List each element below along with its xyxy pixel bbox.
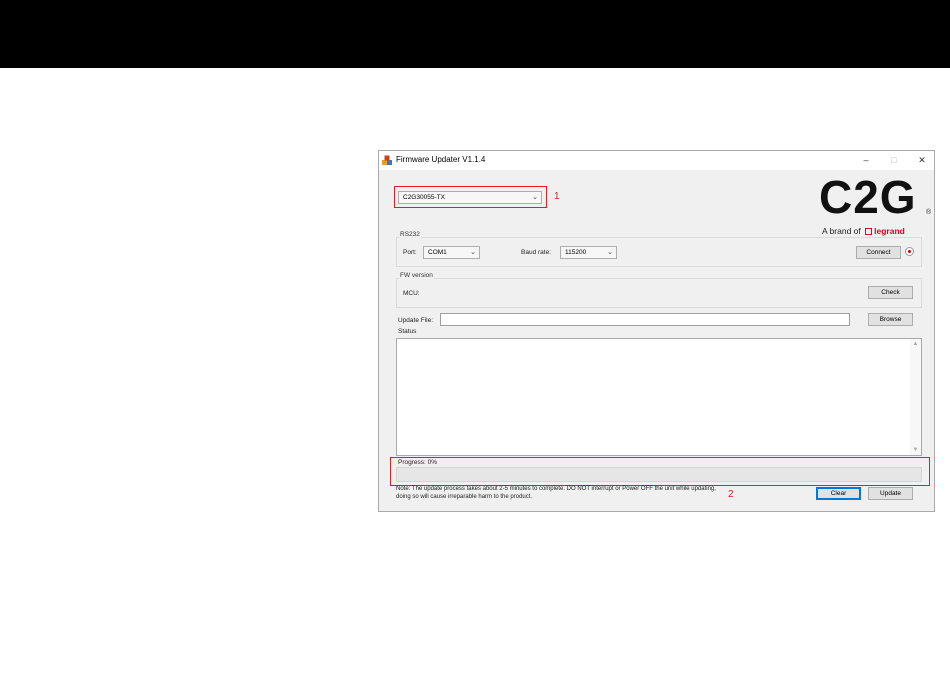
top-black-banner [0, 0, 950, 68]
minimize-button[interactable]: – [855, 153, 877, 168]
fw-version-group-label: FW version [399, 272, 434, 279]
baud-rate-select[interactable]: 115200 ⌄ [560, 246, 617, 259]
window-title: Firmware Updater V1.1.4 [396, 155, 486, 164]
annotation-number-1: 1 [554, 191, 560, 202]
status-log[interactable]: ▲ ▼ [396, 338, 922, 456]
annotation-box-2 [390, 457, 930, 486]
chevron-down-icon: ⌄ [470, 249, 476, 256]
status-scrollbar[interactable]: ▲ ▼ [910, 339, 921, 455]
baud-rate-select-value: 115200 [565, 249, 587, 256]
app-icon [382, 155, 392, 165]
baud-rate-label: Baud rate: [521, 249, 551, 256]
port-select-value: COM1 [428, 249, 447, 256]
port-label: Port: [403, 249, 417, 256]
update-file-label: Update File: [398, 317, 434, 324]
annotation-box-1 [394, 186, 547, 208]
title-bar[interactable]: Firmware Updater V1.1.4 – □ ✕ [379, 151, 934, 170]
port-select[interactable]: COM1 ⌄ [423, 246, 480, 259]
update-note: Note: The update process takes about 2-5… [396, 486, 716, 500]
close-button[interactable]: ✕ [911, 153, 933, 168]
scroll-up-icon[interactable]: ▲ [910, 341, 921, 347]
browse-button[interactable]: Browse [868, 313, 913, 326]
rs232-group-label: RS232 [399, 231, 421, 238]
maximize-button[interactable]: □ [883, 153, 905, 168]
update-button[interactable]: Update [868, 487, 913, 500]
legrand-icon [865, 228, 873, 235]
scroll-down-icon[interactable]: ▼ [910, 447, 921, 453]
connection-status-indicator [905, 247, 914, 256]
status-dot-icon [908, 250, 911, 253]
brand-prefix: A brand of [822, 226, 861, 236]
annotation-number-2: 2 [728, 489, 734, 500]
status-label: Status [398, 328, 417, 335]
mcu-label: MCU: [403, 290, 420, 297]
connect-button[interactable]: Connect [856, 246, 901, 259]
update-file-input[interactable] [440, 313, 850, 326]
brand-name: legrand [874, 226, 905, 236]
registered-mark: ® [926, 209, 932, 216]
logo-text: C2G [819, 171, 917, 223]
firmware-updater-window: Firmware Updater V1.1.4 – □ ✕ C2G30055-T… [378, 150, 935, 512]
check-button[interactable]: Check [868, 286, 913, 299]
brand-line: A brand of legrand [822, 226, 905, 236]
clear-button[interactable]: Clear [816, 487, 861, 500]
chevron-down-icon: ⌄ [607, 249, 613, 256]
fw-version-group [396, 278, 922, 308]
